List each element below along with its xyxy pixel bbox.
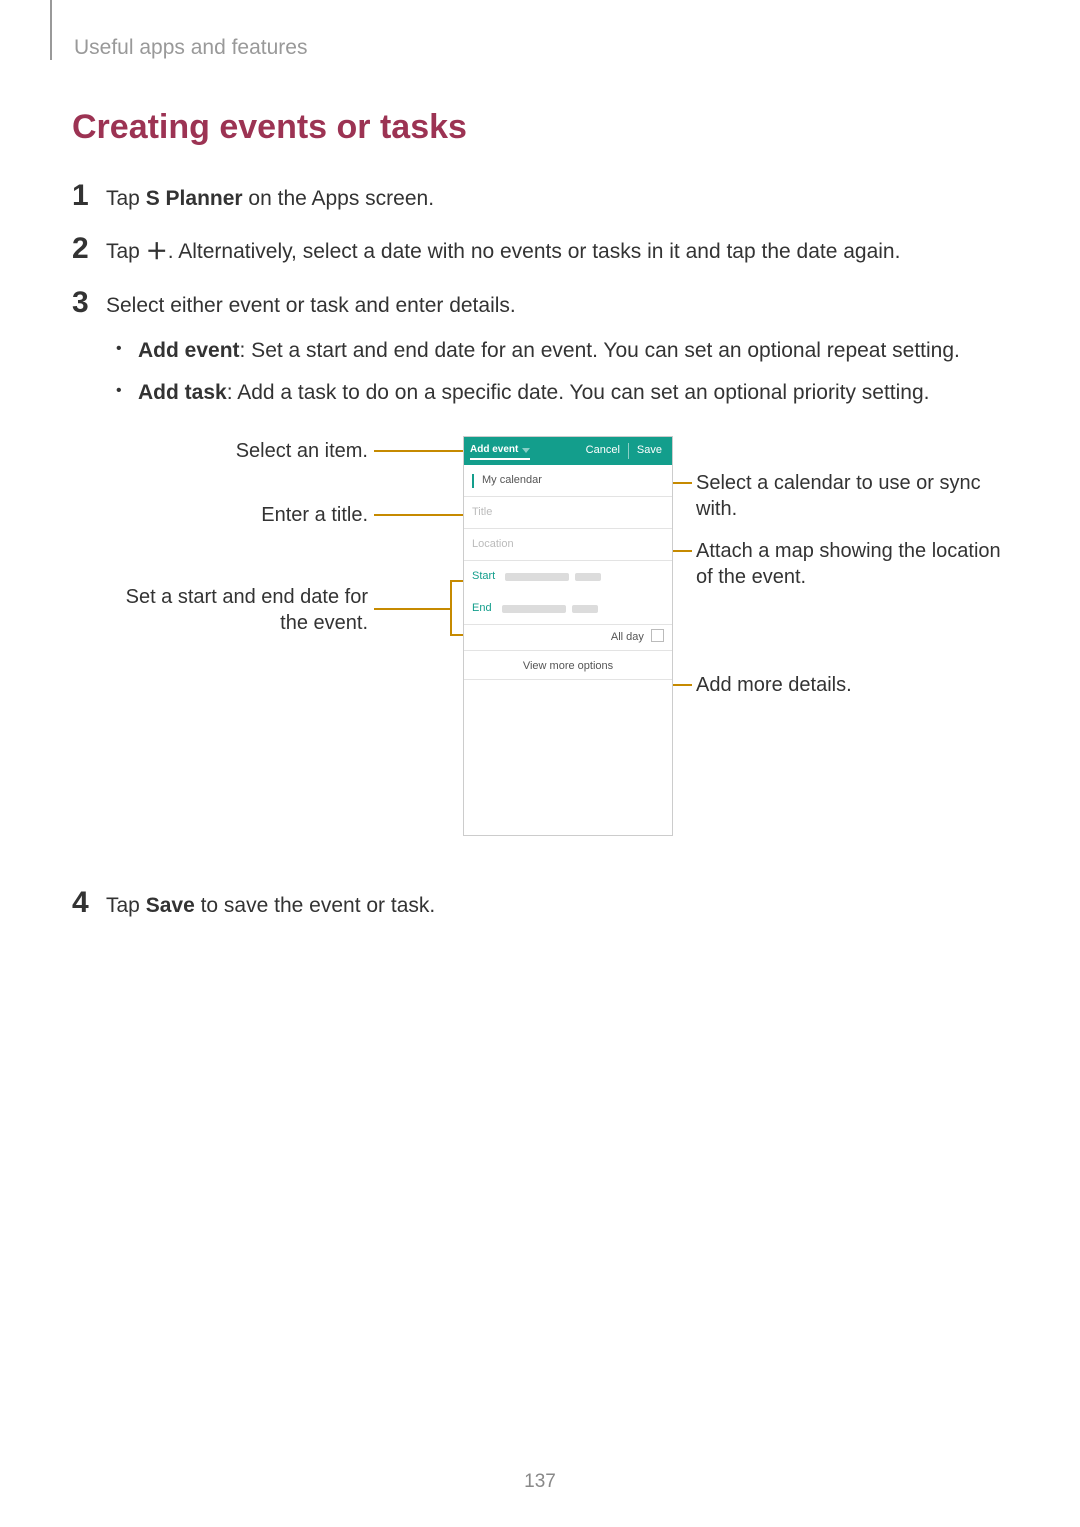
- bold-text: Add event: [138, 339, 240, 362]
- text: . Alternatively, select a date with no e…: [168, 240, 901, 263]
- page-content: Useful apps and features Creating events…: [0, 0, 1080, 982]
- text: on the Apps screen.: [243, 187, 434, 210]
- callout-enter-title: Enter a title.: [106, 502, 368, 528]
- leader-line: [450, 634, 464, 636]
- doc-margin-rule: [50, 0, 52, 60]
- section-heading: Creating events or tasks: [72, 108, 1008, 147]
- sub-bullets: Add event: Set a start and end date for …: [110, 335, 1008, 408]
- tab-add-event[interactable]: Add event: [470, 443, 530, 460]
- step-number: 4: [72, 888, 106, 918]
- step-number: 2: [72, 234, 106, 264]
- bold-text: S Planner: [146, 187, 243, 210]
- start-label: Start: [472, 569, 495, 585]
- text: to save the event or task.: [195, 894, 435, 917]
- page-number: 137: [0, 1471, 1080, 1493]
- step-body: Tap ＋. Alternatively, select a date with…: [106, 237, 1008, 267]
- step-body: Select either event or task and enter de…: [106, 291, 1008, 868]
- phone-mock: Add event Cancel Save My calendar Title: [463, 436, 673, 836]
- title-placeholder: Title: [472, 505, 492, 521]
- step-number: 3: [72, 288, 106, 318]
- text: Tap: [106, 894, 146, 917]
- leader-line: [450, 580, 464, 582]
- location-field[interactable]: Location: [464, 529, 672, 561]
- bullet-add-task: Add task: Add a task to do on a specific…: [110, 377, 1008, 409]
- cancel-button[interactable]: Cancel: [582, 443, 624, 459]
- leader-line: [374, 608, 450, 610]
- tab-label: Add event: [470, 443, 518, 458]
- all-day-label: All day: [611, 631, 644, 643]
- step-2: 2 Tap ＋. Alternatively, select a date wi…: [72, 234, 1008, 267]
- title-field[interactable]: Title: [464, 497, 672, 529]
- callout-set-dates: Set a start and end date for the event.: [106, 584, 368, 636]
- end-time-blurred: [572, 605, 598, 613]
- all-day-row[interactable]: All day: [464, 625, 672, 648]
- bold-text: Add task: [138, 381, 227, 404]
- chevron-down-icon: [522, 448, 530, 453]
- leader-line: [374, 514, 464, 516]
- phone-header: Add event Cancel Save: [464, 437, 672, 465]
- view-more-options[interactable]: View more options: [464, 650, 672, 680]
- text: : Set a start and end date for an event.…: [240, 339, 960, 362]
- end-label: End: [472, 601, 492, 617]
- step-3: 3 Select either event or task and enter …: [72, 288, 1008, 868]
- callout-select-item: Select an item.: [106, 438, 368, 464]
- all-day-checkbox[interactable]: [651, 629, 664, 642]
- plus-icon: ＋: [146, 241, 168, 263]
- end-date-blurred: [502, 605, 566, 613]
- bold-text: Save: [146, 894, 195, 917]
- step-4: 4 Tap Save to save the event or task.: [72, 888, 1008, 921]
- leader-line: [450, 580, 452, 636]
- text: Tap: [106, 187, 146, 210]
- calendar-color-icon: [472, 474, 474, 488]
- text: : Add a task to do on a specific date. Y…: [227, 381, 930, 404]
- callout-select-calendar: Select a calendar to use or sync with.: [696, 470, 1006, 522]
- calendar-selector[interactable]: My calendar: [464, 465, 672, 497]
- breadcrumb: Useful apps and features: [74, 36, 1008, 60]
- bullet-add-event: Add event: Set a start and end date for …: [110, 335, 1008, 367]
- start-date-blurred: [505, 573, 569, 581]
- start-row[interactable]: Start: [464, 561, 672, 593]
- step-number: 1: [72, 181, 106, 211]
- step-body: Tap Save to save the event or task.: [106, 891, 1008, 921]
- callout-add-details: Add more details.: [696, 672, 1006, 698]
- annotated-screenshot: Select an item. Enter a title. Set a sta…: [106, 428, 1008, 868]
- leader-line: [672, 482, 692, 484]
- text: Select either event or task and enter de…: [106, 294, 516, 317]
- calendar-name: My calendar: [482, 473, 542, 489]
- step-1: 1 Tap S Planner on the Apps screen.: [72, 181, 1008, 214]
- location-placeholder: Location: [472, 537, 514, 553]
- step-body: Tap S Planner on the Apps screen.: [106, 184, 1008, 214]
- callout-attach-map: Attach a map showing the location of the…: [696, 538, 1006, 590]
- save-button[interactable]: Save: [628, 443, 666, 459]
- end-row[interactable]: End: [464, 593, 672, 625]
- text: Tap: [106, 240, 146, 263]
- start-time-blurred: [575, 573, 601, 581]
- leader-line: [374, 450, 464, 452]
